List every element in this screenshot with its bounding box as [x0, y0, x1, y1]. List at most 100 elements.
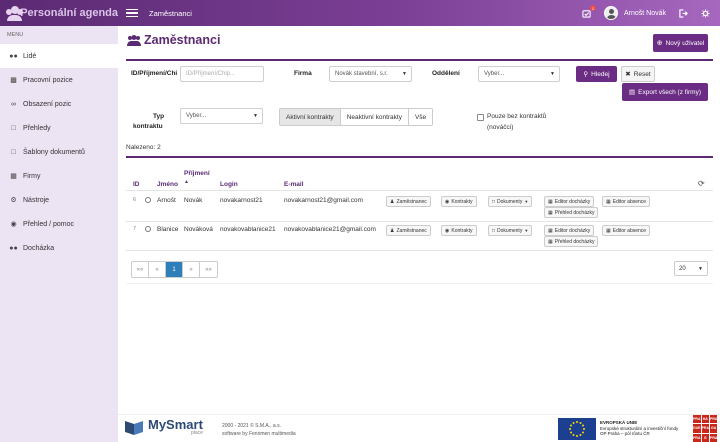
tab-neaktivni-kontrakty[interactable]: Neaktivní kontrakty	[340, 109, 409, 125]
contract-filter-tabs: Aktivní kontrakty Neaktivní kontrakty Vš…	[279, 108, 434, 126]
link-icon: ∞	[11, 100, 16, 108]
kontrakty-label: Kontrakty	[451, 198, 473, 205]
sidebar-item-label: Pracovní pozice	[23, 76, 73, 84]
oddeleni-label: Oddělení	[432, 70, 460, 77]
praha-logo-cell: PRA	[693, 433, 701, 442]
novacci-label: (nováčci)	[487, 124, 514, 131]
row-id: 7	[133, 226, 137, 232]
main-content: Zaměstnanci ⊕ Nový uživatel ID/Příjmení/…	[118, 26, 720, 414]
prehled-dochazky-button[interactable]: ▦ Přehled docházky	[544, 236, 599, 247]
tab-aktivni-kontrakty[interactable]: Aktivní kontrakty	[280, 109, 341, 125]
sidebar-item-sablony-dokumentu[interactable]: □ Šablony dokumentů	[0, 140, 118, 164]
export-button[interactable]: ▤ Export všech (z firmy)	[622, 83, 708, 101]
editor-dochazky-button[interactable]: ▦ Editor docházky	[544, 225, 595, 236]
column-header-jmeno[interactable]: Jméno	[157, 181, 178, 188]
sidebar-item-dochazka[interactable]: ●● Docházka	[0, 236, 118, 260]
refresh-icon[interactable]: ⟳	[698, 179, 705, 188]
dokumenty-label: Dokumenty	[497, 227, 523, 234]
chevron-down-icon: ▼	[550, 71, 555, 77]
page-title: Zaměstnanci	[144, 33, 221, 47]
praha-logo-cell: PRA	[709, 415, 718, 424]
reset-button[interactable]: ✖ Reset	[621, 66, 655, 82]
page-1-button[interactable]: 1	[166, 262, 183, 277]
user-name[interactable]: Arnošt Novák	[624, 10, 666, 17]
sidebar-item-prehled-pomoc[interactable]: ◉ Přehled / pomoc	[0, 212, 118, 236]
firma-label: Firma	[294, 70, 312, 77]
globe-icon: ◉	[10, 221, 17, 228]
panel-bottom-border	[126, 283, 713, 284]
row-select-radio[interactable]	[145, 197, 151, 203]
only-without-label: Pouze bez kontraktů	[487, 113, 547, 120]
last-page-button[interactable]: »»	[200, 262, 217, 277]
notifications-icon[interactable]: 1	[582, 5, 596, 18]
oddeleni-select-value: Vyber...	[484, 71, 505, 77]
row-select-radio[interactable]	[145, 226, 151, 232]
new-user-label: Nový uživatel	[665, 39, 705, 47]
title-divider	[126, 59, 713, 61]
zamestnanec-button[interactable]: ♟ Zaměstnanec	[386, 196, 431, 207]
header-divider	[126, 190, 713, 191]
kontraktu-label: kontraktu	[133, 123, 163, 130]
new-user-button[interactable]: ⊕ Nový uživatel	[653, 34, 708, 52]
oddeleni-select[interactable]: Vyber... ▼	[478, 66, 560, 82]
kontrakty-button[interactable]: ◉ Kontrakty	[441, 225, 477, 236]
row-login: novakarnost21	[220, 197, 263, 204]
dokumenty-dropdown[interactable]: □ Dokumenty ▼	[488, 225, 533, 236]
kontrakty-button[interactable]: ◉ Kontrakty	[441, 196, 477, 207]
editor-dochazky-label: Editor docházky	[554, 227, 591, 234]
hamburger-menu-icon[interactable]	[126, 8, 138, 18]
logout-icon[interactable]	[678, 8, 688, 18]
sidebar-item-prehledy[interactable]: □ Přehledy	[0, 116, 118, 140]
row-id: 6	[133, 197, 137, 203]
found-count: Nalezeno: 2	[126, 144, 161, 151]
eu-line3: OP Praha – pól růstu ČR	[600, 431, 650, 436]
brand[interactable]: Personální agenda	[0, 0, 118, 26]
top-bar: Personální agenda Zaměstnanci 1 Arnošt N…	[0, 0, 720, 26]
zamestnanec-label: Zaměstnanec	[396, 198, 427, 205]
editor-dochazky-button[interactable]: ▦ Editor docházky	[544, 196, 595, 207]
chevron-down-icon: ▼	[402, 71, 407, 77]
column-header-login[interactable]: Login	[220, 181, 238, 188]
firma-select[interactable]: Novák stavební, s.r. ▼	[329, 66, 412, 82]
mysmartplace-logo[interactable]: MySmart place	[124, 418, 203, 436]
editor-absence-button[interactable]: ▦ Editor absence	[602, 196, 651, 207]
praha-logo: PRA HA PRA GUE PRA GA PRA G PRA	[693, 415, 718, 442]
eye-icon: ◉	[445, 227, 450, 234]
building-icon: ▦	[10, 173, 17, 180]
per-page-select[interactable]: 20 ▼	[674, 261, 708, 276]
prehled-dochazky-label: Přehled docházky	[554, 238, 595, 245]
settings-icon[interactable]	[700, 8, 710, 18]
id-search-input[interactable]: ID/Příjmení/Chip...	[180, 66, 264, 82]
sidebar-item-firmy[interactable]: ▦ Firmy	[0, 164, 118, 188]
column-header-prijmeni[interactable]: Příjmení	[184, 170, 210, 177]
zamestnanec-button[interactable]: ♟ Zaměstnanec	[386, 225, 431, 236]
next-page-button[interactable]: »	[183, 262, 200, 277]
dokumenty-label: Dokumenty	[497, 198, 523, 205]
avatar[interactable]	[603, 6, 618, 20]
breadcrumb: Zaměstnanci	[149, 8, 192, 18]
sidebar-item-obsazeni-pozic[interactable]: ∞ Obsazení pozic	[0, 92, 118, 116]
only-without-contracts-checkbox[interactable]	[477, 114, 484, 121]
sidebar-item-label: Lidé	[23, 52, 37, 60]
sidebar-item-pracovni-pozice[interactable]: ▩ Pracovní pozice	[0, 68, 118, 92]
eu-flag-icon	[558, 418, 596, 440]
kontrakty-label: Kontrakty	[451, 227, 473, 234]
footer: MySmart place 2000 - 2021 © S.M.A., a.s.…	[118, 414, 720, 442]
column-header-email[interactable]: E-mail	[284, 181, 304, 188]
row-login: novakovablanice21	[220, 226, 276, 233]
dokumenty-dropdown[interactable]: □ Dokumenty ▼	[488, 196, 533, 207]
editor-absence-button[interactable]: ▦ Editor absence	[602, 225, 651, 236]
prev-page-button[interactable]: «	[149, 262, 166, 277]
pagination: «« « 1 » »»	[131, 261, 218, 278]
sidebar-item-nastroje[interactable]: ⚙ Nástroje	[0, 188, 118, 212]
search-button[interactable]: ⚲ Hledej	[576, 66, 617, 82]
copyright-text: 2000 - 2021 © S.M.A., a.s.	[222, 423, 281, 429]
column-header-id[interactable]: ID	[133, 181, 140, 188]
prehled-dochazky-button[interactable]: ▦ Přehled docházky	[544, 207, 599, 218]
typ-kontraktu-select[interactable]: Vyber... ▼	[180, 108, 263, 124]
tab-vse[interactable]: Vše	[408, 109, 433, 125]
first-page-button[interactable]: ««	[132, 262, 149, 277]
row-divider	[126, 221, 713, 222]
sidebar-item-lide[interactable]: ●● Lidé	[0, 44, 118, 68]
page-title-wrap: Zaměstnanci	[127, 33, 220, 47]
